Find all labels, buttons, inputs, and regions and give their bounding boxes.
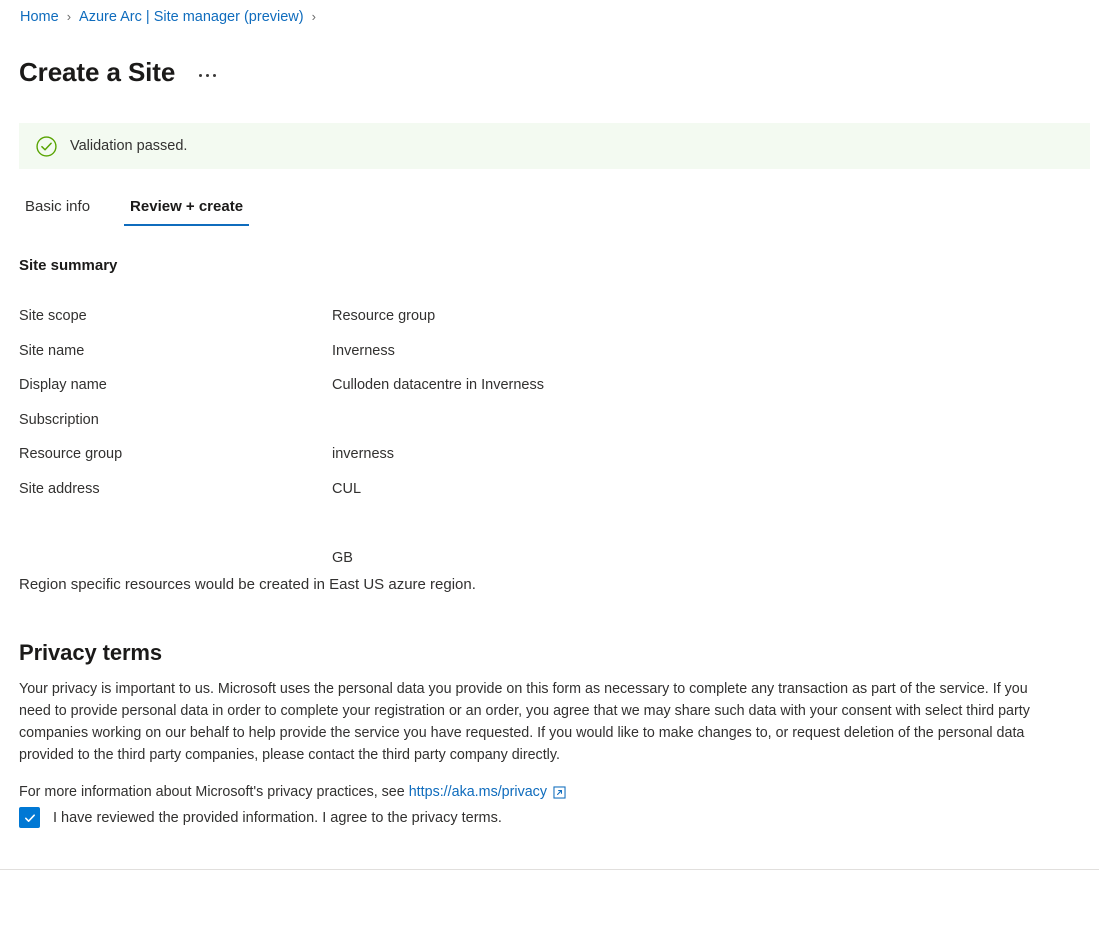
table-row: Subscription xyxy=(19,410,919,445)
privacy-more-info-text: For more information about Microsoft's p… xyxy=(19,784,405,800)
table-row: Display name Culloden datacentre in Inve… xyxy=(19,375,919,410)
table-row: Site address CUL xyxy=(19,479,919,514)
checkmark-icon xyxy=(24,813,35,822)
validation-message: Validation passed. xyxy=(70,138,188,154)
privacy-consent-row: I have reviewed the provided information… xyxy=(19,807,502,828)
tab-basic-info[interactable]: Basic info xyxy=(19,198,96,226)
more-options-icon[interactable] xyxy=(197,70,218,81)
site-summary-heading: Site summary xyxy=(19,257,118,274)
privacy-consent-checkbox[interactable] xyxy=(19,807,40,828)
tab-review-create[interactable]: Review + create xyxy=(124,198,250,226)
summary-value-country: GB xyxy=(332,549,353,566)
summary-value-site-scope: Resource group xyxy=(332,308,436,324)
summary-label-subscription: Subscription xyxy=(19,411,99,428)
wizard-tabs: Basic info Review + create xyxy=(19,186,277,226)
dot-1 xyxy=(199,73,203,77)
region-note: Region specific resources would be creat… xyxy=(19,576,476,593)
privacy-terms-heading: Privacy terms xyxy=(19,640,163,666)
check-circle-icon xyxy=(36,135,57,157)
summary-value-site-name: Inverness xyxy=(332,342,395,359)
breadcrumb-item-azure-arc-site-manager[interactable]: Azure Arc | Site manager (preview) xyxy=(79,9,304,25)
summary-label-site-scope: Site scope xyxy=(19,308,87,324)
table-row: Site name Inverness xyxy=(19,341,919,376)
privacy-more-info-row: For more information about Microsoft's p… xyxy=(19,782,566,803)
site-summary-grid: Site scope Resource group Site name Inve… xyxy=(19,306,919,582)
table-row: Site scope Resource group xyxy=(19,306,919,341)
privacy-policy-link[interactable]: https://aka.ms/privacy xyxy=(409,782,547,803)
summary-label-site-address: Site address xyxy=(19,480,100,497)
page-title: Create a Site xyxy=(19,57,176,88)
privacy-consent-label[interactable]: I have reviewed the provided information… xyxy=(53,810,502,826)
breadcrumb-item-home[interactable]: Home xyxy=(20,9,59,25)
table-row: Resource group inverness xyxy=(19,444,919,479)
validation-banner: Validation passed. xyxy=(19,123,1090,169)
summary-value-site-address: CUL xyxy=(332,480,362,497)
title-row: Create a Site xyxy=(19,38,218,107)
summary-label-display-name: Display name xyxy=(19,377,107,393)
external-link-icon[interactable] xyxy=(553,786,566,799)
create-site-page: Home › Azure Arc | Site manager (preview… xyxy=(0,0,1099,946)
summary-value-resource-group: inverness xyxy=(332,446,395,462)
breadcrumb-separator-icon-2: › xyxy=(311,8,316,24)
dot-2 xyxy=(206,73,210,77)
dot-3 xyxy=(213,73,217,77)
privacy-terms-body: Your privacy is important to us. Microso… xyxy=(19,681,1030,764)
breadcrumb: Home › Azure Arc | Site manager (preview… xyxy=(20,5,324,29)
summary-label-site-name: Site name xyxy=(19,342,85,359)
summary-value-display-name: Culloden datacentre in Inverness xyxy=(332,377,544,393)
summary-label-resource-group: Resource group xyxy=(19,446,123,462)
table-row xyxy=(19,513,919,548)
footer-action-bar: Create < Previous Next xyxy=(0,870,1099,946)
breadcrumb-separator-icon: › xyxy=(66,8,72,24)
